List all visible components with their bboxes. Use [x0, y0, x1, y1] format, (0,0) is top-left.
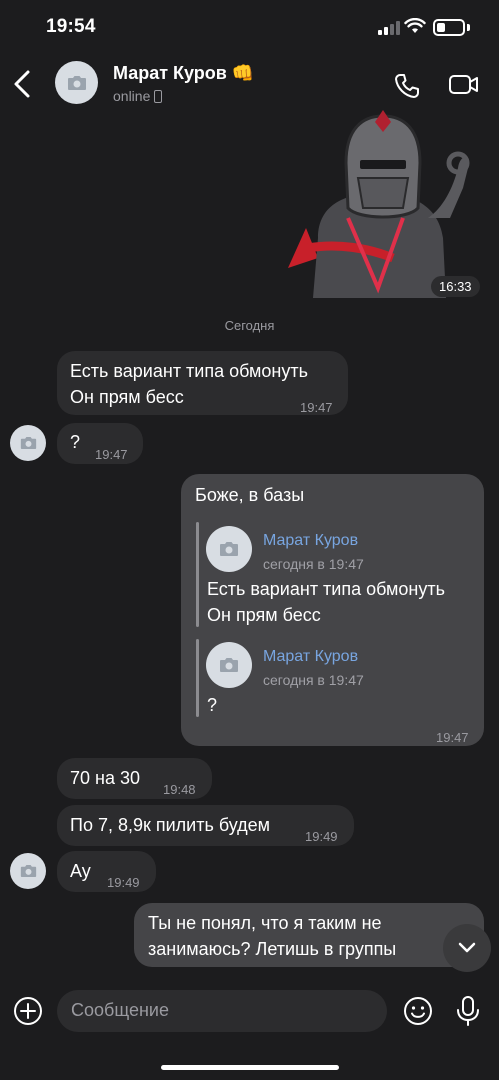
status-time: 19:54 [46, 16, 96, 37]
incoming-message[interactable]: По 7, 8,9к пилить будем 19:49 [57, 805, 354, 846]
chevron-down-icon [458, 942, 476, 953]
camera-icon [220, 542, 238, 556]
message-line: Ты не понял, что я таким не [148, 913, 382, 933]
incoming-message[interactable]: Ау 19:49 [57, 851, 156, 892]
wifi-icon [404, 18, 426, 33]
message-line: ? [70, 432, 81, 452]
message-input-placeholder: Сообщение [71, 1000, 169, 1020]
message-time: 19:48 [163, 782, 196, 797]
reply-line: ? [207, 695, 218, 715]
sender-avatar[interactable] [10, 853, 46, 889]
smile-icon[interactable] [403, 996, 433, 1026]
message-time: 19:47 [300, 400, 333, 415]
home-indicator[interactable] [161, 1065, 339, 1070]
chevron-left-icon[interactable] [10, 66, 38, 102]
plus-circle-icon[interactable] [13, 996, 43, 1026]
message-line: Есть вариант типа обмонуть [70, 361, 308, 381]
cellular-signal-icon [378, 21, 400, 35]
incoming-message[interactable]: ? 19:47 [57, 423, 143, 464]
phone-icon[interactable] [393, 72, 421, 100]
message-time: 19:47 [436, 730, 469, 745]
message-line: Он прям бесс [70, 387, 184, 407]
message-line: Ау [70, 861, 91, 881]
message-line: 70 на 30 [70, 768, 140, 788]
reply-timestamp: сегодня в 19:47 [263, 556, 364, 572]
contact-status: online [113, 88, 163, 104]
outgoing-message[interactable]: Ты не понял, что я таким не занимаюсь? Л… [134, 903, 484, 967]
reply-line: Есть вариант типа обмонуть [207, 579, 445, 599]
message-time: 19:49 [305, 829, 338, 844]
mobile-device-icon [154, 89, 163, 103]
video-camera-icon[interactable] [448, 72, 480, 98]
camera-icon [20, 865, 36, 877]
contact-avatar[interactable] [55, 61, 98, 104]
message-time: 19:47 [95, 447, 128, 462]
message-text: Боже, в базы [195, 485, 305, 505]
camera-icon [67, 75, 86, 90]
reply-avatar [206, 642, 252, 688]
incoming-message[interactable]: Есть вариант типа обмонуть Он прям бесс … [57, 351, 348, 415]
scroll-to-bottom-button[interactable] [443, 924, 491, 972]
message-line: занимаюсь? Летишь в группы [148, 939, 397, 959]
battery-tip [467, 24, 470, 31]
reply-quote-bar [196, 522, 199, 627]
camera-icon [220, 658, 238, 672]
sticker-time: 16:33 [431, 276, 480, 297]
sender-avatar[interactable] [10, 425, 46, 461]
battery-icon [433, 19, 465, 36]
reply-avatar [206, 526, 252, 572]
knight-sticker[interactable] [278, 108, 483, 298]
contact-status-text: online [113, 88, 151, 104]
reply-timestamp: сегодня в 19:47 [263, 672, 364, 688]
contact-name[interactable]: Марат Куров 👊 [113, 63, 254, 84]
reply-line: Он прям бесс [207, 605, 321, 625]
date-separator: Сегодня [224, 318, 275, 333]
message-line: По 7, 8,9к пилить будем [70, 815, 271, 835]
incoming-message[interactable]: 70 на 30 19:48 [57, 758, 212, 799]
microphone-icon[interactable] [455, 995, 481, 1027]
reply-quote-bar [196, 639, 199, 717]
outgoing-message[interactable]: Боже, в базы Марат Куров сегодня в 19:47… [181, 474, 484, 746]
message-time: 19:49 [107, 875, 140, 890]
camera-icon [20, 437, 36, 449]
